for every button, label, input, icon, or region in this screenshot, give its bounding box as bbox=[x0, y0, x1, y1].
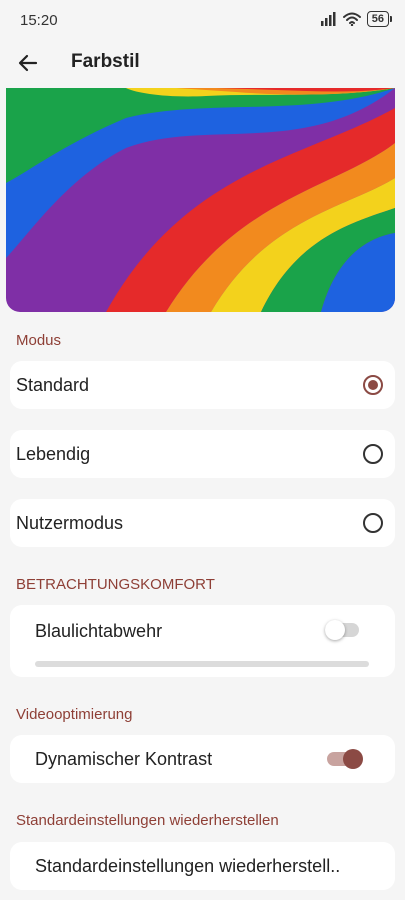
blue-light-toggle[interactable] bbox=[325, 620, 359, 640]
status-icons: 56 bbox=[320, 11, 393, 27]
section-reset-label: Standardeinstellungen wiederherstellen bbox=[16, 812, 279, 829]
reset-defaults-button[interactable]: Standardeinstellungen wiederherstell.. bbox=[10, 842, 395, 890]
app-bar: Farbstil bbox=[0, 40, 405, 86]
mode-option-label: Lebendig bbox=[16, 444, 91, 464]
toggle-knob bbox=[343, 749, 363, 769]
back-arrow-icon bbox=[18, 54, 38, 72]
color-preview-image bbox=[6, 88, 395, 312]
page-title: Farbstil bbox=[71, 51, 140, 72]
mode-option-standard[interactable]: Standard bbox=[10, 361, 395, 409]
dynamic-contrast-label: Dynamischer Kontrast bbox=[35, 749, 213, 769]
blue-light-label: Blaulichtabwehr bbox=[35, 621, 163, 641]
mode-option-label: Nutzermodus bbox=[16, 513, 124, 533]
mode-option-label: Standard bbox=[16, 375, 90, 395]
status-time: 15:20 bbox=[20, 12, 58, 29]
wifi-icon bbox=[342, 12, 361, 26]
dynamic-contrast-card: Dynamischer Kontrast bbox=[10, 735, 395, 783]
mode-option-lebendig[interactable]: Lebendig bbox=[10, 430, 395, 478]
section-video-label: Videooptimierung bbox=[16, 706, 133, 723]
blue-light-intensity-slider[interactable] bbox=[35, 661, 369, 667]
mode-option-nutzermodus[interactable]: Nutzermodus bbox=[10, 499, 395, 547]
toggle-knob bbox=[325, 620, 345, 640]
battery-indicator: 56 bbox=[366, 11, 393, 27]
status-bar: 15:20 56 bbox=[0, 0, 405, 40]
signal-icon bbox=[320, 12, 336, 26]
reset-defaults-label: Standardeinstellungen wiederherstell.. bbox=[35, 856, 341, 876]
section-mode-label: Modus bbox=[16, 332, 62, 349]
back-button[interactable] bbox=[14, 49, 42, 77]
blue-light-card: Blaulichtabwehr bbox=[10, 605, 395, 677]
radio-unselected-icon[interactable] bbox=[363, 513, 383, 533]
radio-unselected-icon[interactable] bbox=[363, 444, 383, 464]
radio-selected-icon[interactable] bbox=[363, 375, 383, 395]
dynamic-contrast-toggle[interactable] bbox=[327, 749, 363, 769]
section-comfort-label: BETRACHTUNGSKOMFORT bbox=[16, 576, 215, 593]
